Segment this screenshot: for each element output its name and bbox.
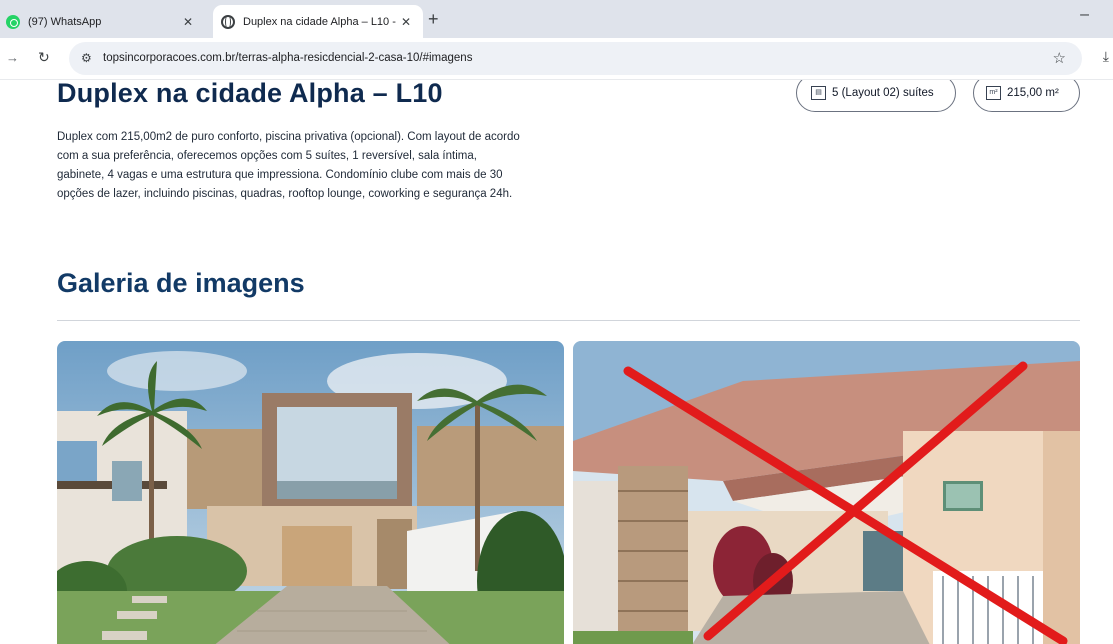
minimize-icon[interactable]: – <box>1080 6 1089 24</box>
property-description: Duplex com 215,00m2 de puro conforto, pi… <box>57 131 520 200</box>
forward-arrow-icon[interactable]: → <box>6 50 19 65</box>
suites-label: 5 (Layout 02) suítes <box>832 87 934 99</box>
bookmark-star-icon[interactable]: ☆ <box>1053 49 1066 67</box>
new-tab-icon[interactable]: + <box>428 9 439 30</box>
gallery-image-facade[interactable] <box>57 341 564 644</box>
browser-tab-bar: (97) WhatsApp ✕ Duplex na cidade Alpha –… <box>0 0 1113 38</box>
globe-icon <box>221 14 235 29</box>
suite-icon: ▤ <box>811 86 826 100</box>
whatsapp-icon <box>6 14 20 29</box>
area-label: 215,00 m² <box>1007 87 1059 99</box>
tab-title: Duplex na cidade Alpha – L10 - <box>243 15 396 28</box>
browser-toolbar: → ↻ ⚙ topsincorporacoes.com.br/terras-al… <box>0 38 1113 80</box>
close-icon[interactable]: ✕ <box>179 15 197 29</box>
garage-photo <box>573 341 1080 644</box>
area-icon: m² <box>986 86 1001 100</box>
page-content: Duplex na cidade Alpha – L10 ▤ 5 (Layout… <box>0 80 1113 644</box>
divider <box>57 320 1080 321</box>
address-bar[interactable]: ⚙ topsincorporacoes.com.br/terras-alpha-… <box>69 42 1082 75</box>
close-icon[interactable]: ✕ <box>397 15 415 29</box>
tab-title: (97) WhatsApp <box>28 15 102 28</box>
area-badge: m² 215,00 m² <box>973 80 1080 112</box>
reload-icon[interactable]: ↻ <box>38 49 50 66</box>
site-settings-icon[interactable]: ⚙ <box>81 51 92 65</box>
address-url[interactable]: topsincorporacoes.com.br/terras-alpha-re… <box>103 52 472 64</box>
gallery-title: Galeria de imagens <box>57 268 305 298</box>
tab-duplex[interactable]: Duplex na cidade Alpha – L10 - ✕ <box>213 5 423 38</box>
download-icon[interactable]: ⤓ <box>1103 48 1109 65</box>
facade-photo <box>57 341 564 644</box>
tab-whatsapp[interactable]: (97) WhatsApp ✕ <box>0 5 205 38</box>
suites-badge: ▤ 5 (Layout 02) suítes <box>796 80 956 112</box>
gallery-image-garage[interactable] <box>573 341 1080 644</box>
page-title: Duplex na cidade Alpha – L10 <box>57 80 443 108</box>
